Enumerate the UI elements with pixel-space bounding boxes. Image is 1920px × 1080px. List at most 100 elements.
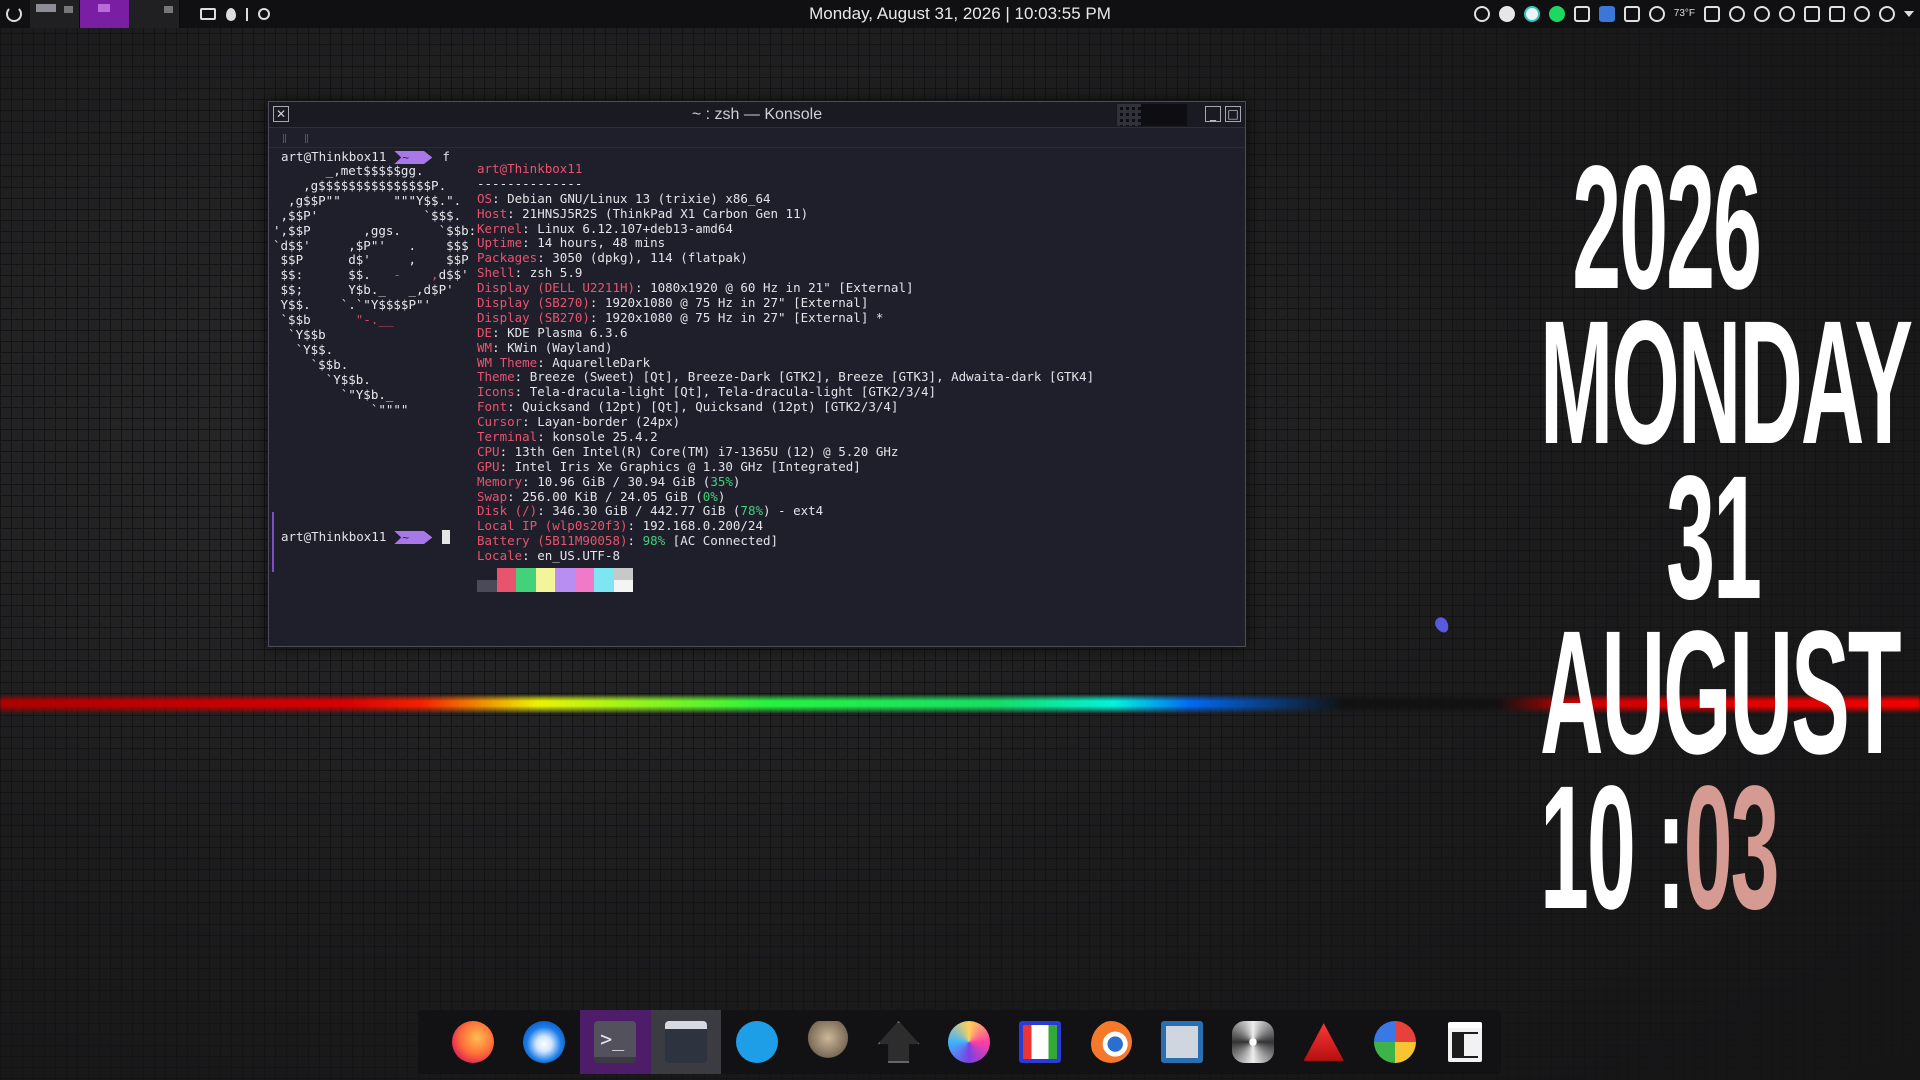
palette-swatch xyxy=(555,580,575,592)
dock-item-inkscape[interactable] xyxy=(863,1010,934,1074)
palette-swatch xyxy=(535,568,555,580)
desktop-1[interactable] xyxy=(30,0,80,28)
info-row: CPU: 13th Gen Intel(R) Core(TM) i7-1365U… xyxy=(477,443,1094,460)
ascii-line: $$; Y$b._ _,d$P' xyxy=(273,282,454,298)
clock-hour: 10 xyxy=(1540,750,1636,946)
usb-device-icon[interactable] xyxy=(1804,6,1820,22)
show-desktop-icon[interactable] xyxy=(200,8,216,20)
info-tail: ) xyxy=(732,473,741,489)
dock-item-firefox[interactable] xyxy=(438,1010,509,1074)
dock: >_ xyxy=(418,1010,1501,1074)
info-value: : Layan-border (24px) xyxy=(522,414,681,430)
info-percent: 35% xyxy=(710,473,733,489)
info-row: Terminal: konsole 25.4.2 xyxy=(477,429,1094,445)
media-icon[interactable] xyxy=(1648,6,1665,22)
desktop-2[interactable] xyxy=(80,0,130,28)
battery-icon[interactable] xyxy=(1829,6,1845,22)
circle-icon[interactable] xyxy=(258,8,270,20)
info-row: Display (DELL U2211H): 1080x1920 @ 60 Hz… xyxy=(477,280,1094,296)
weather-temp[interactable]: 73°F xyxy=(1674,6,1695,22)
info-value: : 346.30 GiB / 442.77 GiB ( xyxy=(537,503,741,519)
vscode-icon[interactable] xyxy=(1598,6,1615,22)
dock-item-thunderbird[interactable] xyxy=(509,1010,580,1074)
info-separator: -------------- xyxy=(477,175,583,191)
info-value: : 14 hours, 48 mins xyxy=(522,235,666,251)
palette-column xyxy=(594,568,614,592)
virtual-desktop-pager xyxy=(30,0,180,28)
info-row: Theme: Breeze (Sweet) [Qt], Breeze-Dark … xyxy=(477,370,1094,385)
dock-item-atom-app[interactable] xyxy=(1217,1010,1288,1074)
dock-item-gimp[interactable] xyxy=(792,1010,863,1074)
info-row: Local IP (wlp0s20f3): 192.168.0.200/24 xyxy=(477,518,1094,534)
ascii-line: `Y$$b xyxy=(273,326,326,342)
dock-item-kite[interactable] xyxy=(721,1010,792,1074)
dock-item-konsole[interactable]: >_ xyxy=(579,1010,651,1074)
info-percent: 98% xyxy=(642,533,666,549)
clock-weekday: MONDAY xyxy=(1540,285,1913,481)
clock-separator: : xyxy=(1656,750,1685,946)
brightness-icon[interactable] xyxy=(1754,6,1770,22)
bluetooth-icon[interactable] xyxy=(1729,6,1745,22)
window-titlebar[interactable]: ✕ ~ : zsh — Konsole _ □ xyxy=(269,102,1245,128)
info-value: : 3050 (dpkg), 114 (flatpak) xyxy=(537,250,748,266)
krita-icon xyxy=(948,1021,991,1063)
info-row: Shell: zsh 5.9 xyxy=(477,265,1094,281)
info-key: Locale xyxy=(477,548,523,564)
sync-icon[interactable] xyxy=(1523,6,1540,22)
info-value: : 13th Gen Intel(R) Core(TM) i7-1365U (1… xyxy=(499,443,899,459)
palette-column xyxy=(555,568,575,592)
maximize-button[interactable]: □ xyxy=(1225,106,1241,122)
info-key: Display (DELL U2211H) xyxy=(477,280,636,296)
ascii-line: $$: $$. - ,d$$' xyxy=(273,267,469,283)
info-value: : Quicksand (12pt) [Qt], Quicksand (12pt… xyxy=(507,399,899,415)
ascii-line: `Y$$. xyxy=(273,341,334,357)
dock-item-trash[interactable] xyxy=(1430,1010,1501,1074)
info-key: Display (SB270) xyxy=(477,309,590,325)
fastfetch-info: art@Thinkbox11 -------------- OS: Debian… xyxy=(477,161,1094,564)
info-key: GPU xyxy=(477,458,500,474)
dock-item-pie-app[interactable] xyxy=(1359,1010,1430,1074)
app-launcher-icon[interactable] xyxy=(6,6,22,22)
panel-clock[interactable]: Monday, August 31, 2026 | 10:03:55 PM xyxy=(809,4,1111,23)
clock-time: 10 :03 xyxy=(1540,760,1780,936)
notifications-off-icon[interactable] xyxy=(1879,6,1895,22)
inkscape-icon xyxy=(877,1021,920,1063)
window-title: ~ : zsh — Konsole xyxy=(691,106,823,123)
color-picker-icon[interactable] xyxy=(226,7,236,21)
dock-item-blender[interactable] xyxy=(1076,1010,1147,1074)
info-value: : AquarelleDark xyxy=(537,354,651,370)
volume-icon[interactable] xyxy=(1704,6,1720,22)
info-key: CPU xyxy=(477,443,500,459)
ascii-line: `d$$' ,$P"' . $$$ xyxy=(273,237,469,253)
info-key: Memory xyxy=(477,473,523,489)
dock-item-screen-app[interactable] xyxy=(1147,1010,1218,1074)
spotify-icon[interactable] xyxy=(1548,6,1565,22)
minimize-button[interactable]: _ xyxy=(1205,106,1221,122)
kite-icon xyxy=(735,1021,778,1063)
desktop-3[interactable] xyxy=(130,0,180,28)
konsole-window[interactable]: ✕ ~ : zsh — Konsole _ □ art@Thinkbox11 ~… xyxy=(268,101,1246,647)
dock-item-grid-app[interactable] xyxy=(1005,1010,1076,1074)
clipboard-icon[interactable] xyxy=(1623,6,1640,22)
dock-item-triangle-app[interactable] xyxy=(1288,1010,1359,1074)
check-icon[interactable] xyxy=(1498,6,1515,22)
webcam-icon[interactable] xyxy=(1779,6,1795,22)
prompt-command: f xyxy=(442,149,450,164)
clock-year: 2026 xyxy=(1572,130,1762,326)
wifi-icon[interactable] xyxy=(1854,6,1870,22)
dock-item-krita[interactable] xyxy=(934,1010,1005,1074)
atom-app-icon xyxy=(1231,1021,1274,1063)
scroll-marker xyxy=(272,512,274,572)
info-value: : KWin (Wayland) xyxy=(492,339,613,355)
info-row: Uptime: 14 hours, 48 mins xyxy=(477,236,1094,251)
mouse-pointer-icon xyxy=(1432,615,1452,635)
palette-swatch xyxy=(496,580,516,592)
update-icon[interactable] xyxy=(1473,6,1490,22)
ascii-line: ,g$$P"" """Y$$.". xyxy=(273,192,462,208)
tray-expand-chevron-icon[interactable] xyxy=(1904,11,1914,17)
terminal-area[interactable]: art@Thinkbox11 ~ f _,met$$$$$gg. ,g$$$$$… xyxy=(273,149,1235,636)
gimp-icon xyxy=(806,1021,849,1063)
dock-item-dolphin[interactable] xyxy=(650,1010,722,1074)
audio-levels-icon[interactable] xyxy=(1573,6,1590,22)
clock-minute: 03 xyxy=(1683,750,1780,946)
